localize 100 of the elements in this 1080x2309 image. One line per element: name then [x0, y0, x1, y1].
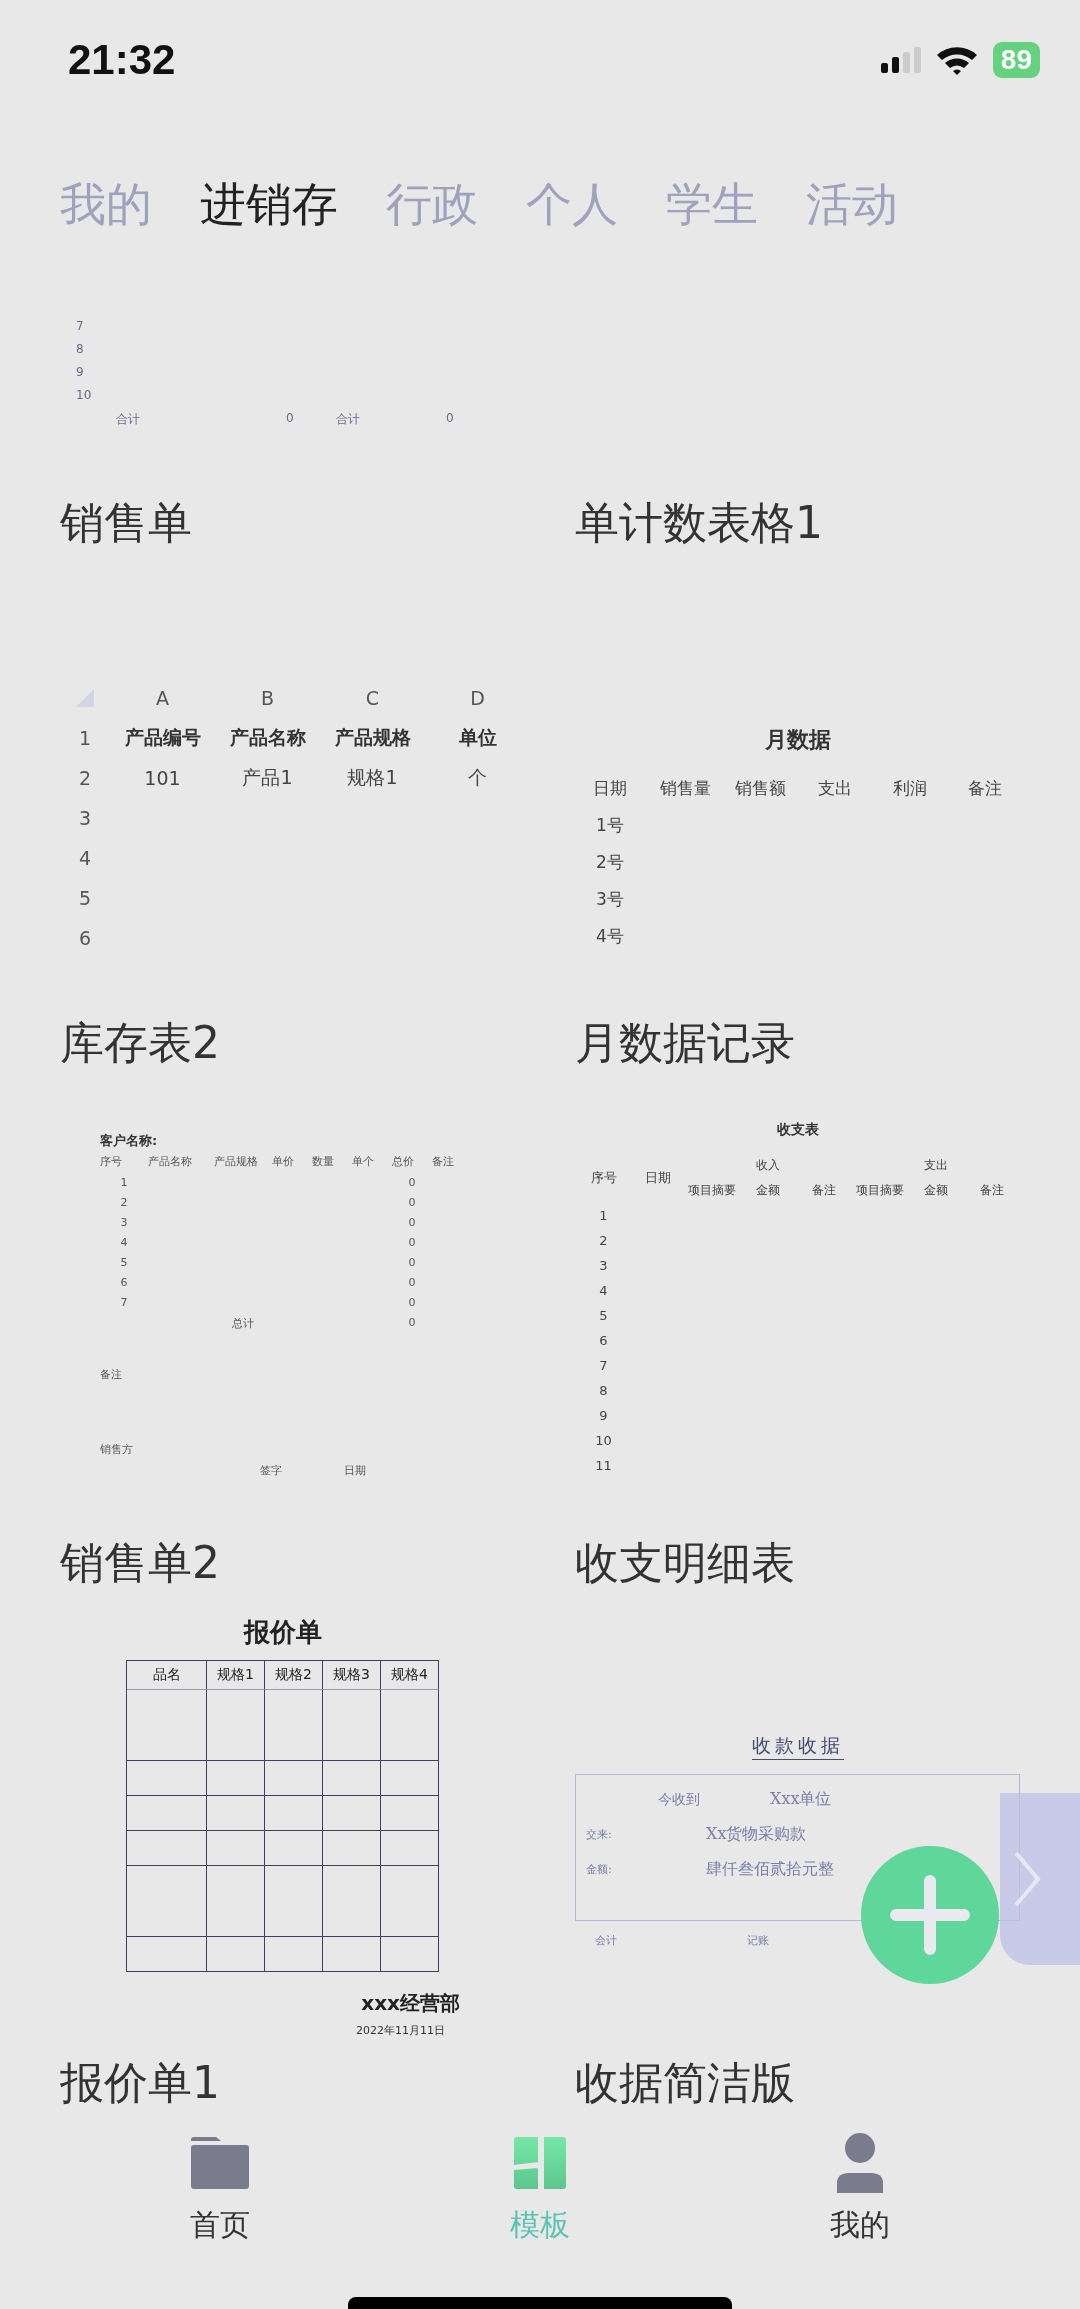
column-header: 产品名称: [148, 1154, 193, 1169]
template-title[interactable]: 月数据记录: [575, 1013, 795, 1073]
signature-label: 会计: [595, 1933, 617, 1948]
template-title[interactable]: 收支明细表: [575, 1533, 795, 1593]
table-cell-text: 0: [407, 1176, 417, 1189]
table-cell: [265, 1761, 323, 1796]
table-cell: [207, 1831, 265, 1866]
template-title[interactable]: 销售单: [60, 493, 192, 553]
column-header: 品名: [127, 1661, 207, 1690]
row-number: 9: [598, 1408, 609, 1423]
field-value: Xxx单位: [770, 1789, 832, 1810]
row-number: 8: [598, 1383, 609, 1398]
column-header: 总价: [392, 1154, 415, 1169]
table-cell-text: 0: [407, 1276, 417, 1289]
table-cell: [265, 1937, 323, 1972]
signature-label: 记账: [747, 1933, 769, 1948]
template-title[interactable]: 销售单2: [60, 1533, 220, 1593]
side-handle[interactable]: [1000, 1793, 1080, 1965]
row-number: 2: [77, 766, 93, 791]
column-letter: A: [155, 686, 170, 711]
table-cell-text: 0: [407, 1196, 417, 1209]
column-header: 规格1: [207, 1661, 265, 1690]
nav-tab[interactable]: 首页: [140, 2133, 300, 2263]
date-label: 日期: [344, 1463, 366, 1478]
template-title[interactable]: 库存表2: [60, 1013, 220, 1073]
column-header: 规格4: [381, 1661, 439, 1690]
group-header: 收入: [754, 1157, 781, 1174]
template-title[interactable]: 报价单1: [60, 2053, 220, 2113]
table-cell: [265, 1866, 323, 1937]
column-header: 规格3: [323, 1661, 381, 1690]
row-number: 8: [75, 342, 84, 358]
table-cell: [207, 1690, 265, 1761]
category-tab[interactable]: 进销存: [200, 174, 338, 236]
sheet-heading: 月数据: [764, 726, 831, 754]
nav-tab[interactable]: 我的: [780, 2133, 940, 2263]
column-letter: D: [469, 686, 486, 711]
column-header: 利润: [892, 777, 928, 800]
field-label: 金额:: [586, 1862, 613, 1877]
table-cell: [381, 1796, 439, 1831]
table-cell-text: 0: [407, 1316, 417, 1331]
row-number: 10: [594, 1433, 613, 1448]
row-number: 3: [119, 1216, 129, 1229]
field-label: 今收到: [658, 1790, 700, 1809]
table-cell-text: 合计: [336, 411, 361, 428]
template-title[interactable]: 收据简洁版: [575, 2053, 795, 2113]
column-header: 数量: [312, 1154, 335, 1169]
column-header: 备注: [810, 1182, 837, 1199]
table-cell: [323, 1761, 381, 1796]
home-indicator[interactable]: [348, 2297, 732, 2309]
row-label: 1号: [595, 814, 625, 837]
row-number: 6: [598, 1333, 609, 1348]
note-label: 备注: [100, 1367, 122, 1382]
table-cell: [323, 1831, 381, 1866]
plus-icon: [890, 1875, 970, 1955]
row-number: 11: [594, 1458, 613, 1473]
field-label: 交来:: [586, 1827, 613, 1842]
signal-icon: [880, 47, 921, 73]
table-cell: [381, 1831, 439, 1866]
column-header: 备注: [967, 777, 1003, 800]
column-header: 备注: [978, 1182, 1005, 1199]
customer-label: 客户名称:: [100, 1132, 158, 1150]
template-title[interactable]: 单计数表格1: [575, 493, 823, 553]
table-cell: [381, 1761, 439, 1796]
sheet-heading: 报价单: [243, 1616, 322, 1649]
table-cell: [207, 1866, 265, 1937]
table-cell-text: 0: [286, 411, 295, 427]
row-number: 3: [77, 806, 93, 831]
column-letter: C: [364, 686, 381, 711]
column-header: 日期: [643, 1169, 672, 1187]
column-header: 序号: [589, 1169, 618, 1187]
column-header: 产品名称: [228, 725, 307, 750]
row-number: 6: [119, 1276, 129, 1289]
row-label: 4号: [595, 925, 625, 948]
table-cell: [207, 1796, 265, 1831]
table-cell: [265, 1796, 323, 1831]
row-number: 4: [598, 1283, 609, 1298]
row-number: 7: [75, 319, 84, 335]
table-cell: [381, 1690, 439, 1761]
table-cell-text: 0: [407, 1216, 417, 1229]
table-cell: [323, 1796, 381, 1831]
row-number: 3: [598, 1258, 609, 1273]
row-number: 1: [598, 1208, 609, 1223]
column-header: 单位: [457, 725, 498, 750]
table-cell: [381, 1866, 439, 1937]
row-label: 2号: [595, 851, 625, 874]
chevron-right-icon: [1012, 1849, 1042, 1909]
receipt-heading: 收款收据: [751, 1733, 844, 1760]
sign-label: 签字: [260, 1463, 282, 1478]
row-number: 7: [119, 1296, 129, 1309]
sum-label: 总计: [231, 1316, 255, 1331]
column-header: 项目摘要: [854, 1182, 905, 1199]
table-cell: [323, 1690, 381, 1761]
row-label: 3号: [595, 888, 625, 911]
column-header: 产品规格: [333, 725, 412, 750]
row-number: 4: [119, 1236, 129, 1249]
row-number: 1: [119, 1176, 129, 1189]
field-value: Xx货物采购款: [705, 1824, 807, 1845]
table-cell-text: 0: [407, 1296, 417, 1309]
row-number: 1: [77, 726, 93, 751]
column-header: 单价: [272, 1154, 295, 1169]
